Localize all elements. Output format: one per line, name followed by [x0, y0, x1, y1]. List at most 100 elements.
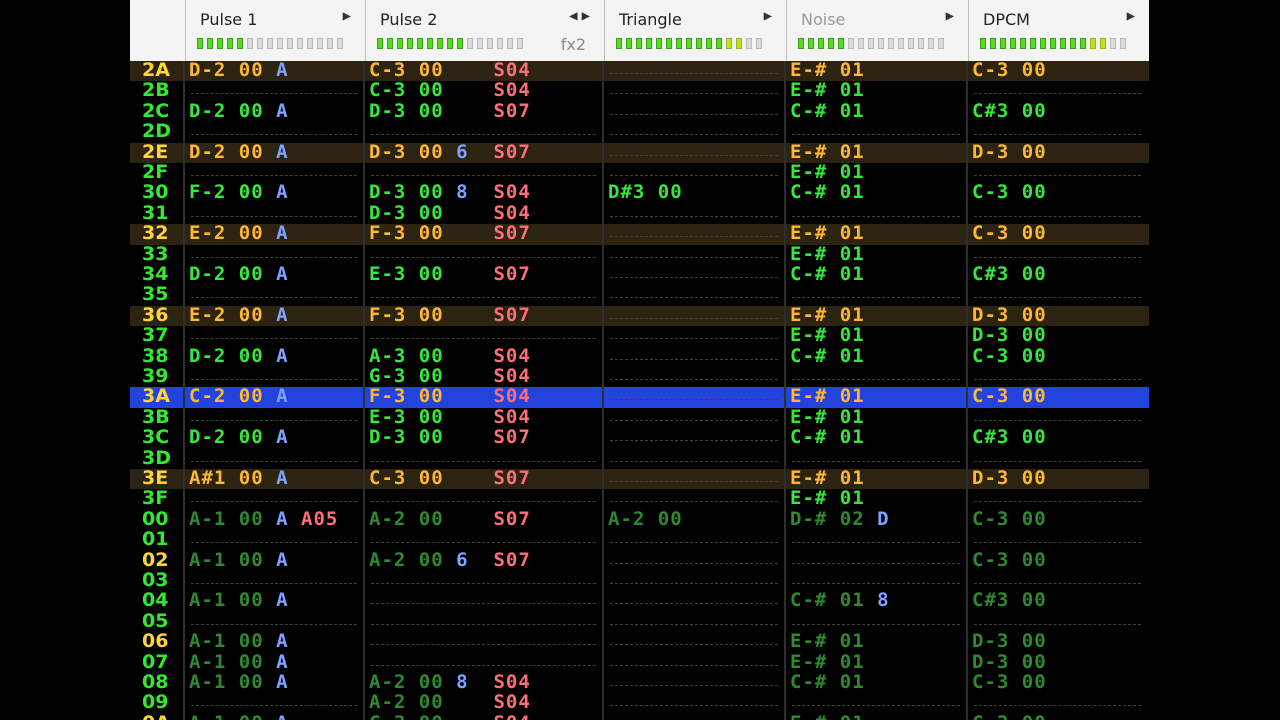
note-cell[interactable]: C-3 00	[972, 386, 1047, 406]
note-cell[interactable]: E-# 01	[790, 488, 865, 508]
expand-effect-column-icon[interactable]: ▶	[946, 8, 958, 24]
note-cell[interactable]: D-3 00 8 S04	[369, 182, 531, 202]
note-cell[interactable]: E-# 01	[790, 223, 865, 243]
note-cell[interactable]: D-2 00 A	[189, 427, 289, 447]
pattern-row[interactable]: 2C D-2 00 A D-3 00 S07 C-# 01 C#3 00	[130, 101, 1149, 122]
pattern-row[interactable]: 38 D-2 00 A A-3 00 S04 C-# 01 C-3 00	[130, 346, 1149, 367]
note-cell[interactable]: D-3 00	[972, 305, 1047, 325]
note-cell[interactable]: D-2 00 A	[189, 346, 289, 366]
note-cell[interactable]: C-3 00	[972, 182, 1047, 202]
pattern-row[interactable]: 2A D-2 00 A C-3 00 S04 E-# 01 C-3 00	[130, 60, 1149, 82]
pattern-row[interactable]: 3C D-2 00 A D-3 00 S07 C-# 01 C#3 00	[130, 427, 1149, 448]
note-cell[interactable]: A-2 00 S04	[369, 692, 531, 712]
note-cell[interactable]: E-# 01	[790, 631, 865, 651]
note-cell[interactable]: E-# 01	[790, 325, 865, 345]
note-cell[interactable]: C-# 01	[790, 672, 865, 692]
note-cell[interactable]: A-2 00 8 S04	[369, 672, 531, 692]
note-cell[interactable]: D-3 00	[972, 631, 1047, 651]
note-cell[interactable]: D-3 00 S04	[369, 203, 531, 223]
pattern-row[interactable]: 36 E-2 00 A F-3 00 S07 E-# 01 D-3 00	[130, 305, 1149, 327]
note-cell[interactable]: C-3 00 S04	[369, 60, 531, 80]
note-cell[interactable]: D-3 00	[972, 468, 1047, 488]
note-cell[interactable]: A-1 00 A	[189, 631, 289, 651]
note-cell[interactable]: A-2 00	[608, 509, 683, 529]
note-cell[interactable]: C-3 00 S04	[369, 713, 531, 720]
note-cell[interactable]: D-3 00 S07	[369, 101, 531, 121]
note-cell[interactable]: A-1 00 A	[189, 652, 289, 672]
note-cell[interactable]: A-3 00 S04	[369, 346, 531, 366]
note-cell[interactable]: F-3 00 S07	[369, 305, 531, 325]
note-cell[interactable]: A-1 00 A A05	[189, 509, 338, 529]
pattern-row[interactable]: 09 A-2 00 S04	[130, 692, 1149, 713]
note-cell[interactable]: C-3 00 S07	[369, 468, 531, 488]
note-cell[interactable]: E-# 01	[790, 142, 865, 162]
pattern-row[interactable]: 03	[130, 570, 1149, 591]
pattern-row[interactable]: 05	[130, 611, 1149, 632]
note-cell[interactable]: C-# 01	[790, 182, 865, 202]
note-cell[interactable]: C-3 00	[972, 60, 1047, 80]
channel-header-pulse-1[interactable]: Pulse 1 ▶	[185, 0, 365, 61]
note-cell[interactable]: F-2 00 A	[189, 182, 289, 202]
note-cell[interactable]: A-1 00 A	[189, 590, 289, 610]
note-cell[interactable]: E-# 01	[790, 80, 865, 100]
note-cell[interactable]: C-# 01	[790, 427, 865, 447]
note-cell[interactable]: D-3 00 6 S07	[369, 142, 531, 162]
pattern-editor-grid[interactable]: 2A D-2 00 A C-3 00 S04 E-# 01 C-3 00 2B C-3 00…	[130, 60, 1149, 720]
expand-effect-column-icon[interactable]: ▶	[764, 8, 776, 24]
pattern-row[interactable]: 02 A-1 00 A A-2 00 6 S07 C-3 00	[130, 550, 1149, 571]
note-cell[interactable]: C-3 00	[972, 509, 1047, 529]
pattern-row[interactable]: 32 E-2 00 A F-3 00 S07 E-# 01 C-3 00	[130, 223, 1149, 245]
note-cell[interactable]: C-3 00	[972, 223, 1047, 243]
channel-header-dpcm[interactable]: DPCM ▶	[968, 0, 1149, 61]
note-cell[interactable]: E-# 01	[790, 713, 865, 720]
pattern-row[interactable]: 04 A-1 00 A C-# 01 8 C#3 00	[130, 590, 1149, 611]
note-cell[interactable]: D-3 00	[972, 652, 1047, 672]
pattern-row[interactable]: 00 A-1 00 A A05 A-2 00 S07 A-2 00 D-# 02 D C-…	[130, 509, 1149, 530]
note-cell[interactable]: C-3 00	[972, 713, 1047, 720]
note-cell[interactable]: C-# 01	[790, 101, 865, 121]
note-cell[interactable]: E-3 00 S04	[369, 407, 531, 427]
expand-effect-column-icon[interactable]: ▶	[343, 8, 355, 24]
pattern-row[interactable]: 2F E-# 01	[130, 162, 1149, 183]
pattern-row[interactable]: 35	[130, 284, 1149, 305]
note-cell[interactable]: C-3 00	[972, 550, 1047, 570]
note-cell[interactable]: E-# 01	[790, 162, 865, 182]
pattern-row[interactable]: 3D	[130, 448, 1149, 469]
note-cell[interactable]: C-3 00	[972, 346, 1047, 366]
pattern-row[interactable]: 33 E-# 01	[130, 244, 1149, 265]
pattern-row[interactable]: 34 D-2 00 A E-3 00 S07 C-# 01 C#3 00	[130, 264, 1149, 285]
pattern-row[interactable]: 37 E-# 01 D-3 00	[130, 325, 1149, 346]
note-cell[interactable]: D-3 00	[972, 142, 1047, 162]
pattern-row[interactable]: 3B E-3 00 S04 E-# 01	[130, 407, 1149, 428]
note-cell[interactable]: D-3 00	[972, 325, 1047, 345]
pattern-row[interactable]: 06 A-1 00 A E-# 01 D-3 00	[130, 631, 1149, 652]
pattern-row[interactable]: 08 A-1 00 A A-2 00 8 S04 C-# 01 C-3 00	[130, 672, 1149, 693]
note-cell[interactable]: E-2 00 A	[189, 223, 289, 243]
note-cell[interactable]: D-2 00 A	[189, 264, 289, 284]
channel-header-noise[interactable]: Noise ▶	[786, 0, 968, 61]
note-cell[interactable]: E-2 00 A	[189, 305, 289, 325]
note-cell[interactable]: D-2 00 A	[189, 101, 289, 121]
effect-columns-arrows-icon[interactable]: ◀▶	[569, 8, 594, 24]
pattern-row[interactable]: 01	[130, 529, 1149, 550]
note-cell[interactable]: E-# 01	[790, 386, 865, 406]
note-cell[interactable]: C-2 00 A	[189, 386, 289, 406]
note-cell[interactable]: D-2 00 A	[189, 60, 289, 80]
pattern-row[interactable]: 2E D-2 00 A D-3 00 6 S07 E-# 01 D-3 00	[130, 142, 1149, 163]
pattern-row[interactable]: 07 A-1 00 A E-# 01 D-3 00	[130, 652, 1149, 673]
pattern-row[interactable]: 0A A-1 00 A C-3 00 S04 E-# 01 C-3 00	[130, 713, 1149, 720]
note-cell[interactable]: A-1 00 A	[189, 672, 289, 692]
expand-effect-column-icon[interactable]: ▶	[1127, 8, 1139, 24]
note-cell[interactable]: F-3 00 S07	[369, 223, 531, 243]
channel-header-pulse-2[interactable]: Pulse 2 ◀▶ fx2	[365, 0, 604, 61]
note-cell[interactable]: C-# 01 8	[790, 590, 890, 610]
pattern-row[interactable]: 2D	[130, 121, 1149, 142]
note-cell[interactable]: A-1 00 A	[189, 713, 289, 720]
note-cell[interactable]: C-3 00	[972, 672, 1047, 692]
note-cell[interactable]: E-# 01	[790, 244, 865, 264]
pattern-row[interactable]: 31 D-3 00 S04	[130, 203, 1149, 224]
note-cell[interactable]: E-# 01	[790, 468, 865, 488]
note-cell[interactable]: A-2 00 6 S07	[369, 550, 531, 570]
note-cell[interactable]: E-# 01	[790, 652, 865, 672]
channel-header-triangle[interactable]: Triangle ▶	[604, 0, 786, 61]
